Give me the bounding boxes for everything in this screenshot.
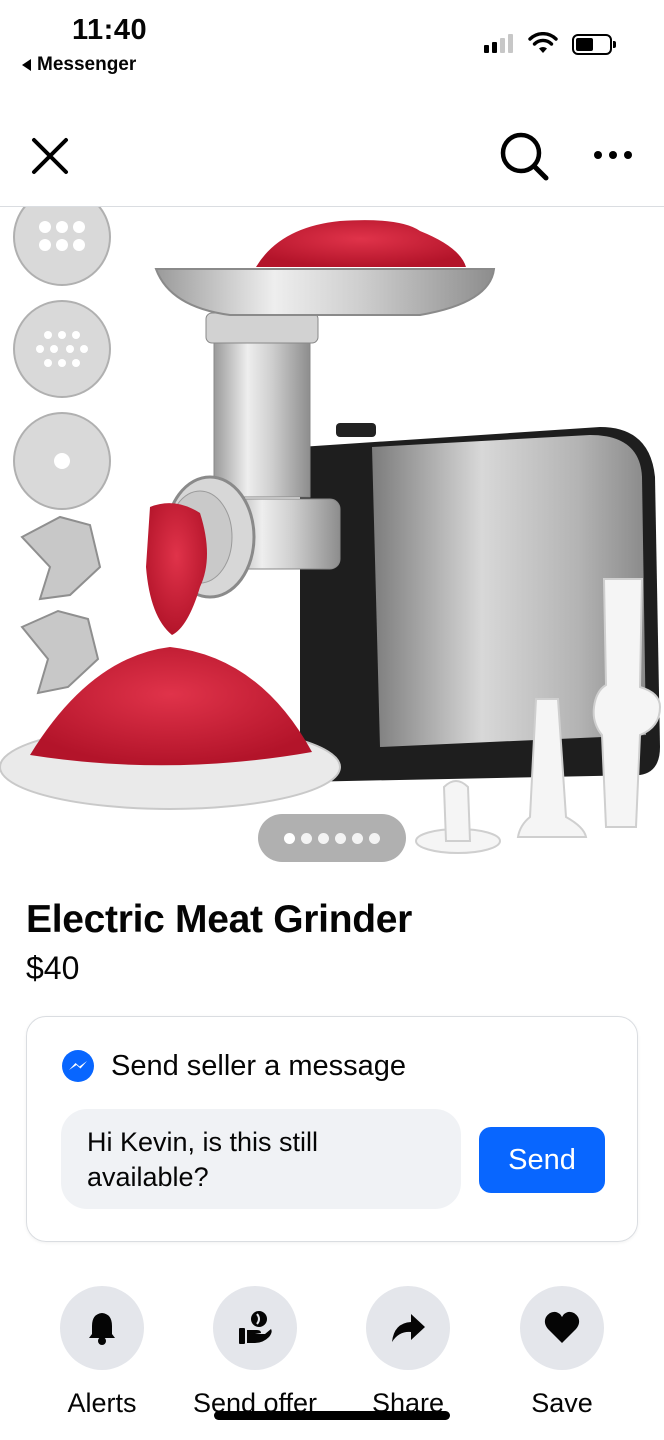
carousel-dot [352, 832, 363, 844]
listing-price: $40 [26, 950, 80, 986]
back-to-app-link[interactable]: Messenger [22, 54, 136, 76]
messenger-icon [62, 1050, 94, 1082]
alerts-circle [60, 1286, 144, 1370]
product-image-carousel[interactable] [0, 207, 664, 875]
share-button[interactable]: Share [333, 1286, 483, 1419]
more-icon[interactable] [588, 140, 638, 170]
save-button[interactable]: Save [487, 1286, 637, 1419]
save-circle [520, 1286, 604, 1370]
save-label: Save [531, 1388, 593, 1418]
message-card-header: Send seller a message [61, 1049, 406, 1083]
back-app-label: Messenger [37, 54, 137, 75]
signal-icon [484, 34, 513, 53]
share-circle [366, 1286, 450, 1370]
message-card-heading: Send seller a message [111, 1049, 406, 1082]
top-nav [0, 110, 664, 207]
wifi-icon [528, 32, 558, 53]
carousel-dot [284, 832, 295, 844]
alerts-button[interactable]: Alerts [27, 1286, 177, 1419]
send-offer-button[interactable]: Send offer [180, 1286, 330, 1419]
listing-actions: Alerts Send offer Share Save [0, 1286, 664, 1419]
message-input[interactable]: Hi Kevin, is this still available? [61, 1109, 461, 1209]
carousel-dot [301, 832, 312, 844]
alerts-label: Alerts [67, 1388, 137, 1418]
carousel-dot [318, 832, 329, 844]
search-icon[interactable] [496, 128, 552, 184]
status-bar: 11:40 Messenger [0, 0, 664, 90]
carousel-dot [369, 832, 380, 844]
share-icon [392, 1314, 425, 1342]
carousel-dot [335, 832, 346, 844]
send-offer-circle [213, 1286, 297, 1370]
close-icon[interactable] [28, 134, 72, 178]
product-photo [0, 207, 664, 875]
home-indicator[interactable] [214, 1411, 450, 1420]
send-button[interactable]: Send [479, 1127, 605, 1193]
offer-icon [239, 1311, 272, 1344]
carousel-indicator[interactable] [258, 814, 406, 862]
battery-icon [572, 34, 616, 55]
bell-icon [89, 1313, 115, 1345]
back-arrow-icon [22, 59, 31, 71]
status-time: 11:40 [72, 14, 148, 46]
send-seller-message-card: Send seller a message Hi Kevin, is this … [26, 1016, 638, 1242]
heart-icon [544, 1311, 580, 1343]
listing-title: Electric Meat Grinder [26, 898, 413, 941]
